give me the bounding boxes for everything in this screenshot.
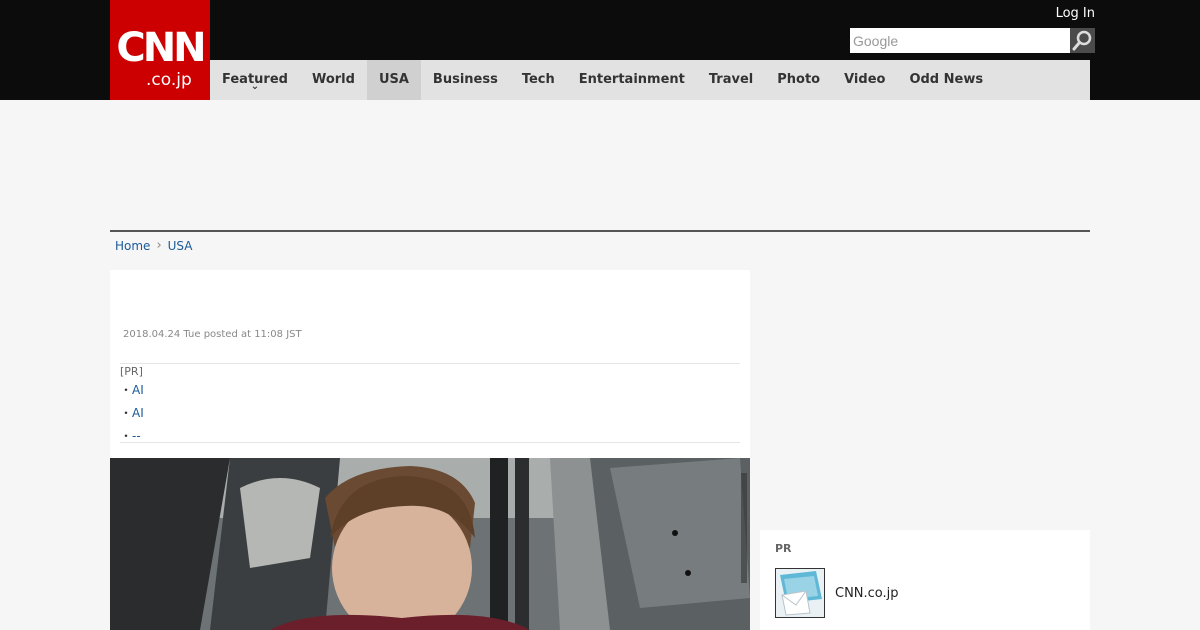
ad-divider — [110, 230, 1090, 232]
logo-domain: .co.jp — [146, 70, 192, 90]
nav-item-business[interactable]: Business — [421, 60, 510, 100]
sidebar-pr-box: PR CNN.co.jp — [760, 530, 1090, 630]
nav-item-featured[interactable]: Featured ⌄ — [210, 60, 300, 100]
sidebar-pr-label: PR — [775, 542, 792, 555]
nav-item-odd-news[interactable]: Odd News — [897, 60, 995, 100]
article-photo-image — [110, 458, 750, 630]
nav-item-label: Video — [844, 72, 886, 87]
article-date: 2018.04.24 Tue posted at 11:08 JST — [123, 329, 302, 340]
pr-label: [PR] — [120, 365, 143, 378]
bullet-icon: ・ — [120, 429, 133, 443]
pr-link[interactable]: ・AI — [120, 405, 144, 421]
pr-links-box: [PR] ・AI ・AI ・-- — [120, 363, 740, 443]
breadcrumb: Home › USA — [115, 238, 192, 254]
nav-item-label: Entertainment — [578, 72, 685, 87]
nav-item-label: Odd News — [909, 72, 984, 87]
main-nav: Featured ⌄ World USA Business Tech Enter… — [210, 60, 1090, 100]
nav-item-label: Travel — [708, 72, 754, 87]
nav-item-photo[interactable]: Photo — [765, 60, 832, 100]
chevron-right-icon: › — [156, 238, 162, 253]
pr-link[interactable]: ・-- — [120, 428, 141, 444]
article-photo — [110, 458, 750, 630]
breadcrumb-home[interactable]: Home — [115, 238, 150, 254]
logo-wordmark: CNN — [116, 25, 206, 71]
bullet-icon: ・ — [120, 406, 133, 420]
nav-item-video[interactable]: Video — [832, 60, 897, 100]
nav-item-label: USA — [378, 72, 409, 87]
article-card: 2018.04.24 Tue posted at 11:08 JST [PR] … — [110, 270, 750, 630]
mail-laptop-icon — [776, 569, 824, 617]
pr-link[interactable]: ・AI — [120, 382, 144, 398]
pr-link-text: AI — [132, 406, 144, 420]
nav-item-label: Business — [432, 72, 498, 87]
nav-item-label: World — [311, 72, 355, 87]
search-button[interactable] — [1070, 28, 1095, 53]
breadcrumb-usa[interactable]: USA — [168, 238, 193, 254]
nav-item-world[interactable]: World — [300, 60, 367, 100]
chevron-down-icon: ⌄ — [250, 81, 260, 92]
pr-link-text: -- — [132, 429, 141, 443]
sidebar-pr-link[interactable]: CNN.co.jp — [835, 586, 899, 602]
nav-item-label: Photo — [777, 72, 821, 87]
pr-thumbnail[interactable] — [775, 568, 825, 618]
login-link[interactable]: Log In — [1040, 6, 1095, 22]
search-input[interactable] — [850, 28, 1070, 53]
cnn-logo[interactable]: CNN .co.jp — [110, 0, 210, 100]
search-icon — [1072, 30, 1092, 51]
nav-item-tech[interactable]: Tech — [510, 60, 567, 100]
nav-item-usa[interactable]: USA — [366, 60, 421, 100]
nav-item-entertainment[interactable]: Entertainment — [567, 60, 697, 100]
nav-item-travel[interactable]: Travel — [697, 60, 765, 100]
nav-item-label: Tech — [521, 72, 555, 87]
pr-link-text: AI — [132, 383, 144, 397]
bullet-icon: ・ — [120, 383, 133, 397]
